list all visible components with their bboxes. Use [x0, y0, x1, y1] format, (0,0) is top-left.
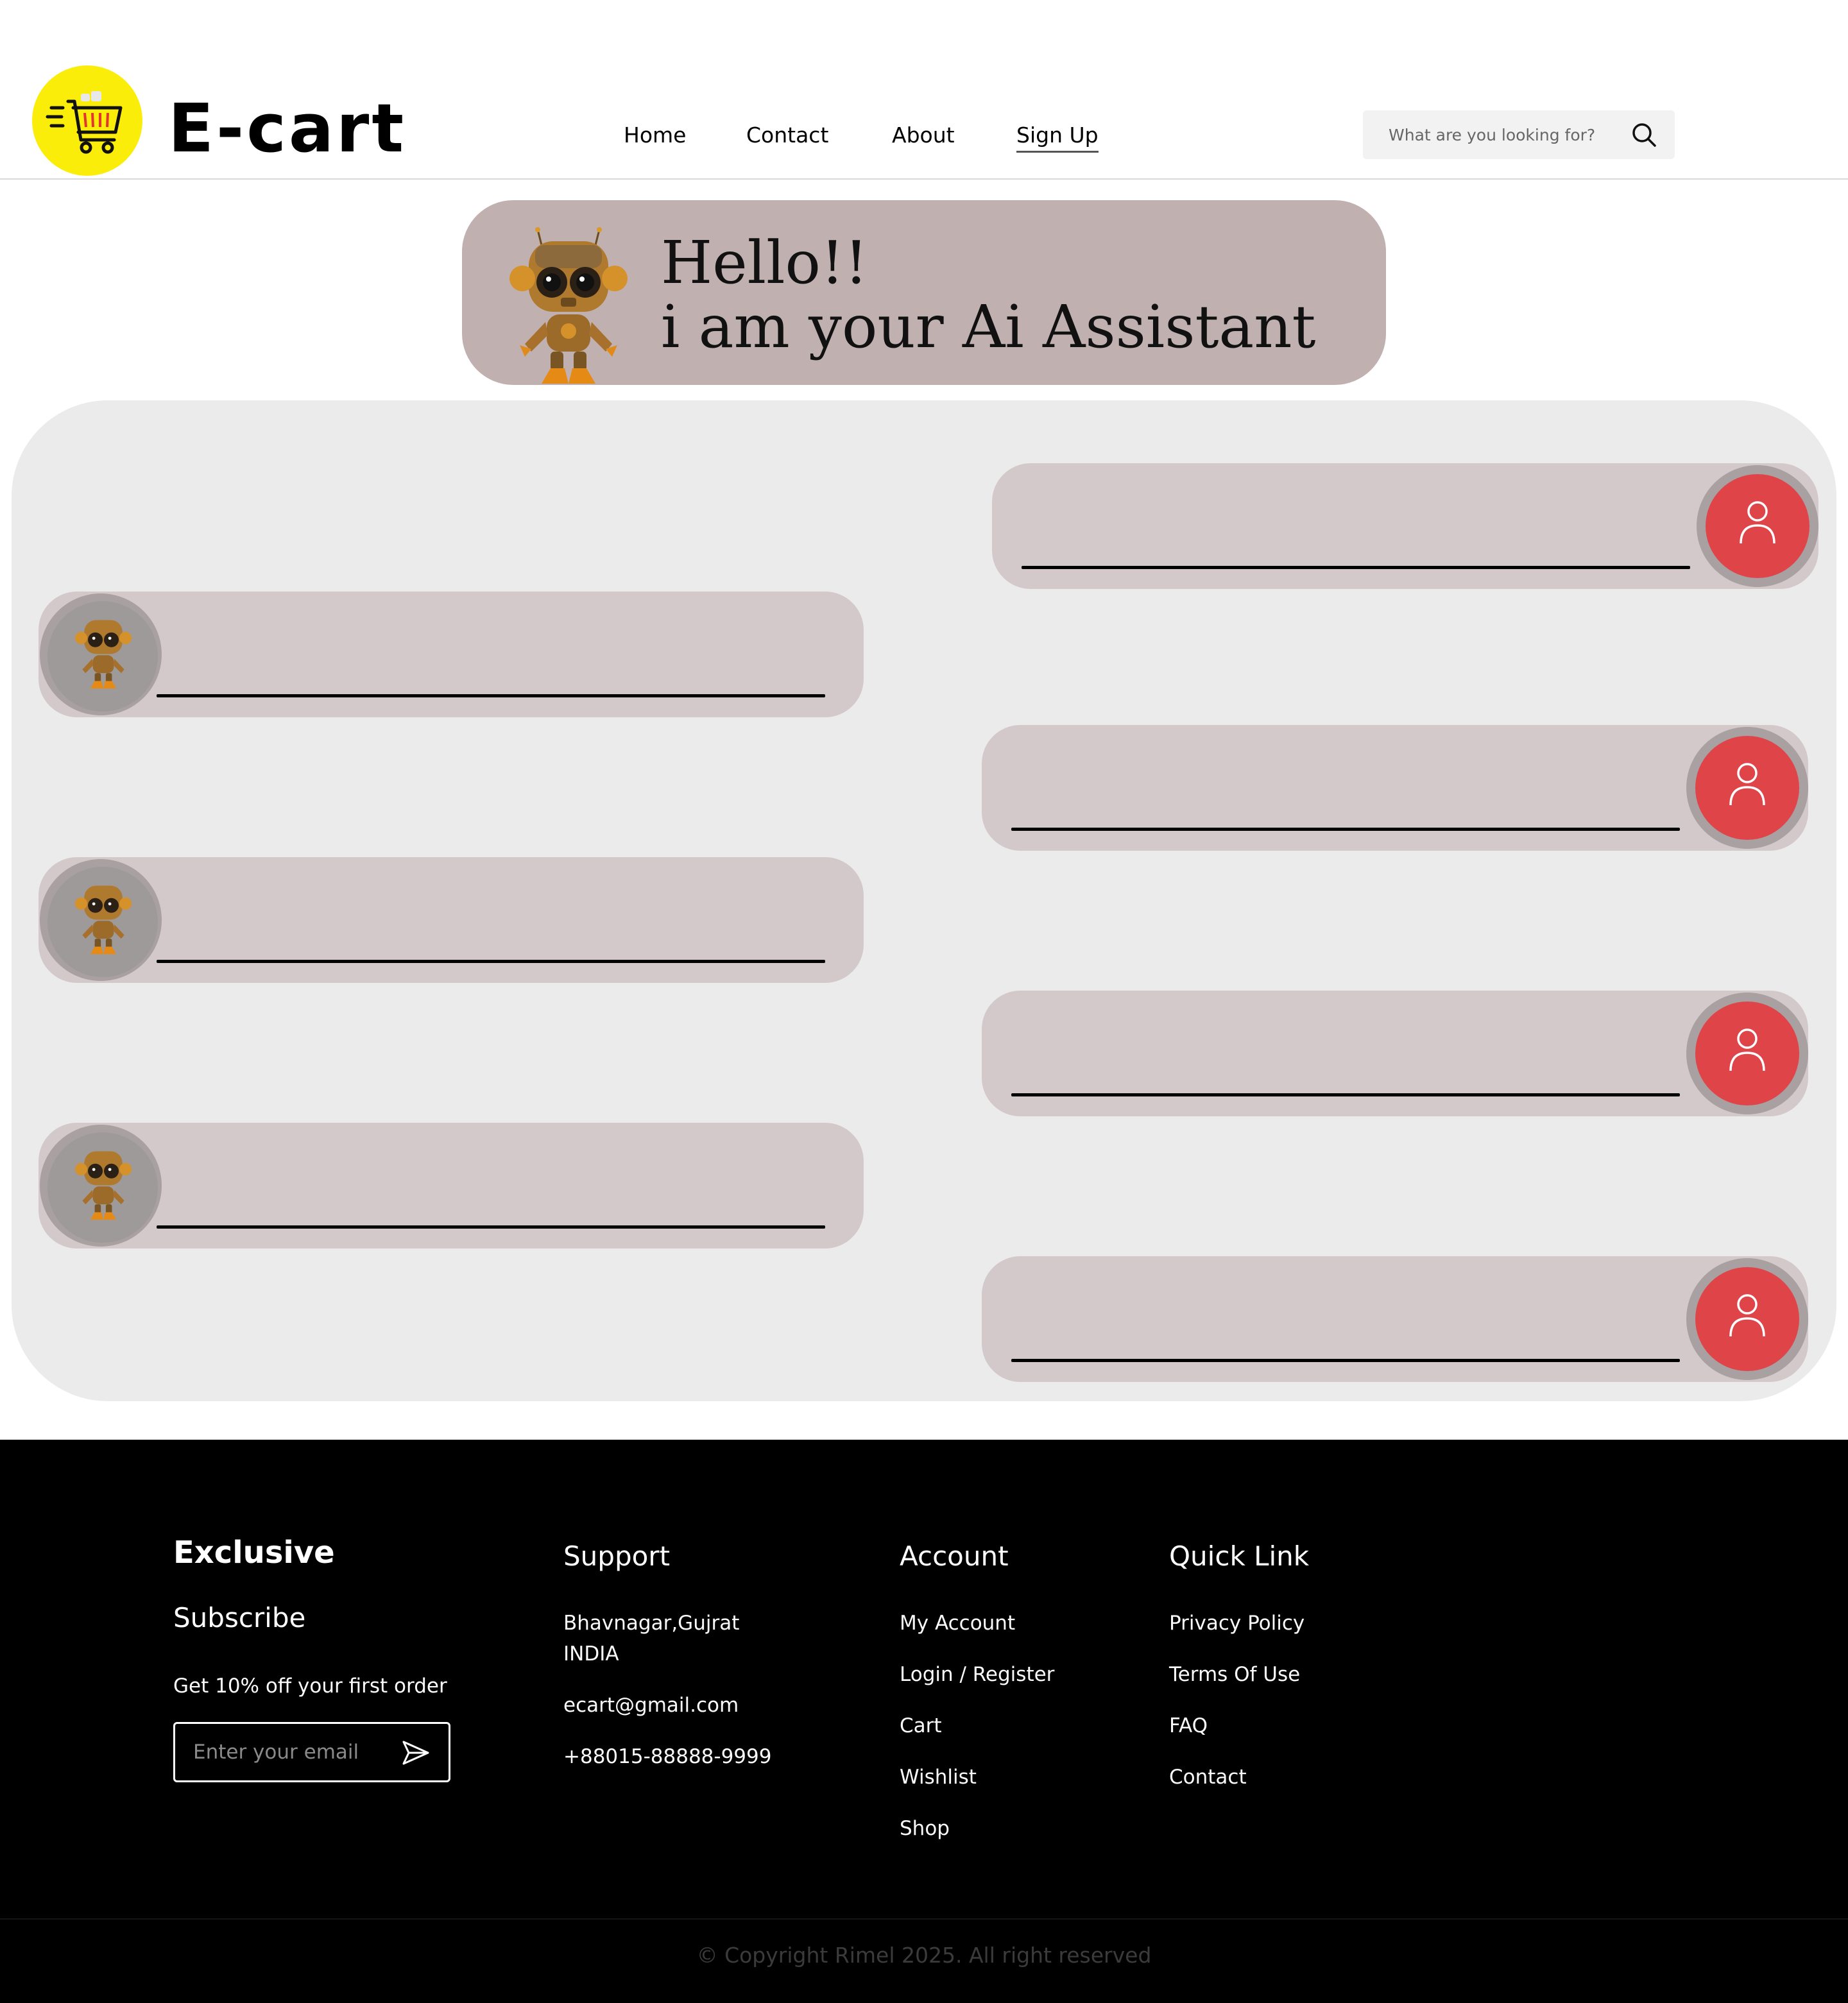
send-icon[interactable]	[401, 1739, 431, 1766]
greeting-text: Hello!! i am your Ai Assistant	[661, 231, 1316, 359]
user-avatar-icon[interactable]	[1695, 736, 1799, 840]
robot-mascot-icon	[506, 226, 631, 385]
message-text-line	[157, 960, 825, 963]
quick-link-privacy-policy[interactable]: Privacy Policy	[1169, 1608, 1305, 1639]
brand-name[interactable]: E-cart	[168, 90, 406, 167]
bot-message-bubble	[38, 1123, 864, 1249]
bot-message-bubble	[38, 857, 864, 983]
robot-avatar-icon	[47, 1132, 158, 1243]
account-link-my-account[interactable]: My Account	[900, 1608, 1015, 1639]
chat-panel	[12, 400, 1836, 1401]
subscribe-email-box	[173, 1722, 450, 1782]
account-link-shop[interactable]: Shop	[900, 1813, 950, 1844]
site-header: E-cart Home Contact About Sign Up	[0, 0, 1848, 180]
message-text-line	[1011, 828, 1680, 831]
user-avatar-ring	[1686, 993, 1808, 1114]
user-avatar-icon[interactable]	[1695, 1267, 1799, 1371]
message-text-line	[157, 1225, 825, 1229]
support-email[interactable]: ecart@gmail.com	[563, 1690, 739, 1721]
site-footer: Exclusive Subscribe Get 10% off your fir…	[0, 1440, 1848, 2003]
user-avatar-ring	[1697, 465, 1818, 587]
greeting-line-2: i am your Ai Assistant	[661, 293, 1316, 361]
message-text-line	[1022, 566, 1690, 569]
subscribe-email-input[interactable]	[193, 1724, 386, 1780]
message-text-line	[157, 694, 825, 697]
footer-subscribe-title: Subscribe	[173, 1602, 306, 1633]
footer-divider	[0, 1918, 1848, 1920]
nav-signup[interactable]: Sign Up	[1016, 121, 1099, 153]
search-input[interactable]	[1389, 110, 1620, 159]
quick-link-faq[interactable]: FAQ	[1169, 1710, 1208, 1741]
robot-avatar-icon	[47, 601, 158, 712]
user-message-bubble	[992, 463, 1818, 589]
user-avatar-ring	[1686, 1258, 1808, 1380]
support-address-line-1: Bhavnagar,Gujrat	[563, 1612, 740, 1635]
bot-avatar-ring	[40, 593, 162, 715]
nav-contact[interactable]: Contact	[746, 121, 828, 150]
footer-exclusive-title: Exclusive	[173, 1535, 335, 1571]
account-link-wishlist[interactable]: Wishlist	[900, 1762, 977, 1793]
footer-account-title: Account	[900, 1540, 1009, 1572]
search-bar	[1363, 110, 1675, 159]
user-avatar-icon[interactable]	[1706, 474, 1810, 578]
copyright-text: © Copyright Rimel 2025. All right reserv…	[0, 1943, 1848, 1968]
quick-link-contact[interactable]: Contact	[1169, 1762, 1247, 1793]
nav-home[interactable]: Home	[624, 121, 686, 150]
bot-avatar-ring	[40, 1125, 162, 1247]
robot-avatar-icon	[47, 867, 158, 977]
footer-quick-link-title: Quick Link	[1169, 1540, 1310, 1572]
cart-logo-icon[interactable]	[32, 65, 142, 176]
assistant-greeting-banner: Hello!! i am your Ai Assistant	[462, 200, 1386, 385]
user-message-bubble	[982, 1256, 1808, 1382]
greeting-line-1: Hello!!	[661, 228, 868, 297]
user-message-bubble	[982, 991, 1808, 1116]
footer-support-title: Support	[563, 1540, 671, 1572]
bot-message-bubble	[38, 592, 864, 717]
user-avatar-ring	[1686, 727, 1808, 849]
nav-about[interactable]: About	[892, 121, 955, 150]
user-message-bubble	[982, 725, 1808, 851]
message-text-line	[1011, 1359, 1680, 1362]
user-avatar-icon[interactable]	[1695, 1002, 1799, 1105]
copyright-label: Copyright Rimel 2025. All right reserved	[724, 1943, 1152, 1968]
support-phone[interactable]: +88015-88888-9999	[563, 1741, 771, 1772]
account-link-login-register[interactable]: Login / Register	[900, 1659, 1054, 1690]
message-text-line	[1011, 1093, 1680, 1096]
account-link-cart[interactable]: Cart	[900, 1710, 942, 1741]
copyright-icon: ©	[696, 1943, 718, 1968]
footer-offer-text: Get 10% off your first order	[173, 1675, 447, 1698]
support-address-line-2: INDIA	[563, 1642, 619, 1666]
quick-link-terms-of-use[interactable]: Terms Of Use	[1169, 1659, 1300, 1690]
search-icon[interactable]	[1631, 122, 1657, 148]
bot-avatar-ring	[40, 859, 162, 981]
